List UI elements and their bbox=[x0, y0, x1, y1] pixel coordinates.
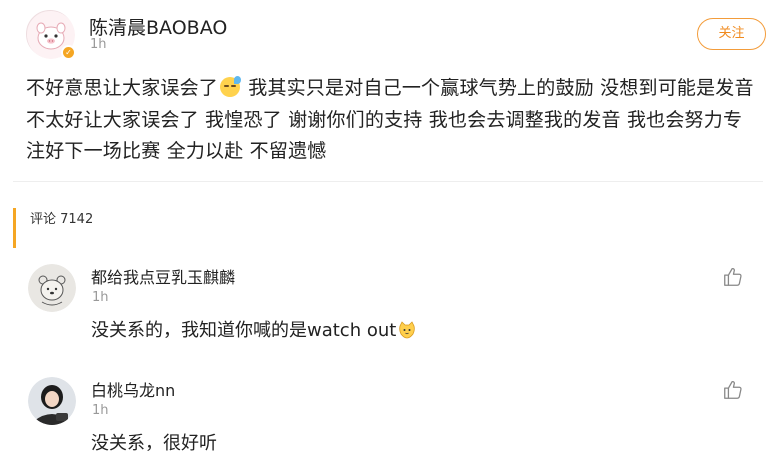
comment-text: 没关系的，我知道你喊的是watch out bbox=[91, 316, 416, 342]
commenter-name[interactable]: 都给我点豆乳玉麒麟 bbox=[91, 264, 235, 288]
post-time: 1h bbox=[90, 37, 107, 52]
comment-text: 没关系，很好听 bbox=[91, 433, 217, 454]
post-text-part1: 不好意思让大家误会了 bbox=[26, 77, 219, 99]
comment-text-content: 没关系的，我知道你喊的是watch out bbox=[91, 320, 397, 341]
author-avatar[interactable]: ✓ bbox=[26, 10, 76, 60]
divider bbox=[13, 181, 763, 182]
girl-photo-icon bbox=[28, 377, 76, 425]
post-text: 不好意思让大家误会了 我其实只是对自己一个赢球气势上的鼓励 没想到可能是发音不太… bbox=[26, 73, 761, 168]
author-name[interactable]: 陈清晨BAOBAO bbox=[89, 13, 227, 40]
comment-time: 1h bbox=[92, 290, 109, 305]
commenter-avatar[interactable] bbox=[28, 377, 76, 425]
cat-emoji-icon bbox=[399, 321, 416, 339]
comment-time: 1h bbox=[92, 403, 109, 418]
follow-button[interactable]: 关注 bbox=[697, 18, 766, 50]
thumbs-up-icon[interactable] bbox=[722, 379, 744, 401]
comments-header: 评论 7142 bbox=[13, 208, 93, 248]
comments-count-label: 评论 7142 bbox=[30, 212, 94, 227]
commenter-name[interactable]: 白桃乌龙nn bbox=[91, 377, 175, 401]
sleepy-sweat-emoji-icon bbox=[220, 76, 242, 97]
thumbs-up-icon[interactable] bbox=[722, 266, 744, 288]
verified-badge-icon: ✓ bbox=[61, 45, 76, 60]
bear-sketch-icon bbox=[28, 264, 76, 312]
commenter-avatar[interactable] bbox=[28, 264, 76, 312]
post-header: ✓ 陈清晨BAOBAO 1h 关注 bbox=[26, 10, 766, 66]
